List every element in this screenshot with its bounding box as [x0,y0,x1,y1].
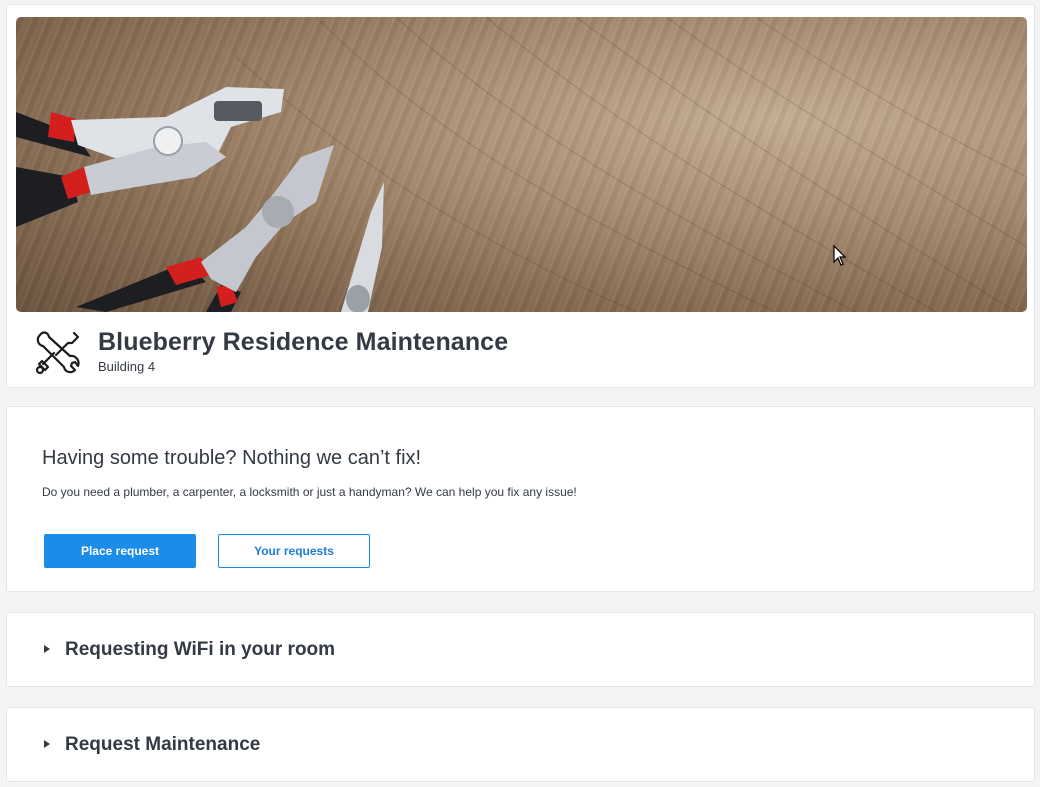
place-request-button[interactable]: Place request [44,534,196,568]
page-subtitle: Building 4 [98,359,156,374]
intro-text: Do you need a plumber, a carpenter, a lo… [42,485,577,499]
page-title: Blueberry Residence Maintenance [98,328,509,356]
caret-right-icon [44,740,50,748]
banner-image [16,17,1027,312]
caret-right-icon [44,645,50,653]
section-title: Requesting WiFi in your room [65,639,336,660]
section-request-maintenance[interactable]: Request Maintenance [6,707,1035,782]
header-card: Blueberry Residence Maintenance Building… [6,4,1035,388]
mouse-cursor-icon [833,244,847,272]
intro-heading: Having some trouble? Nothing we can’t fi… [42,447,422,469]
intro-card: Having some trouble? Nothing we can’t fi… [6,406,1035,592]
section-title: Request Maintenance [65,734,261,755]
section-wifi-request[interactable]: Requesting WiFi in your room [6,612,1035,687]
title-row: Blueberry Residence Maintenance Building… [34,326,508,375]
your-requests-button[interactable]: Your requests [218,534,370,568]
wrench-screwdriver-icon [34,329,80,375]
